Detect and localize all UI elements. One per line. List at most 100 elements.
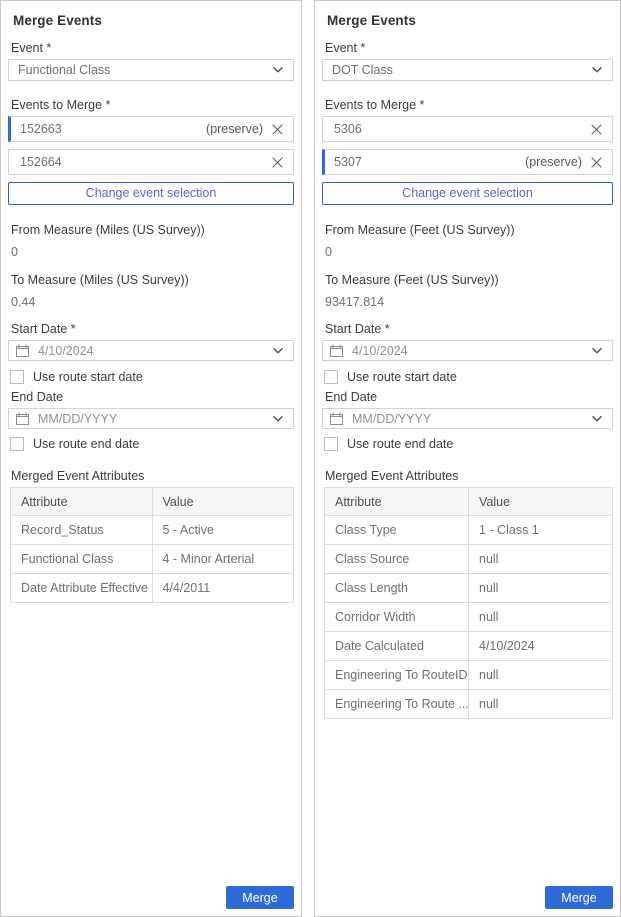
table-cell: Date Calculated xyxy=(325,632,469,661)
checkbox-label: Use route end date xyxy=(33,437,139,451)
table-cell: Corridor Width xyxy=(325,603,469,632)
end-date-picker[interactable]: MM/DD/YYYY xyxy=(8,408,294,429)
start-date-label: Start Date * xyxy=(11,322,294,336)
use-route-start-date-checkbox[interactable]: Use route start date xyxy=(324,370,613,384)
change-event-selection-button[interactable]: Change event selection xyxy=(322,182,613,205)
event-chip-actions: (preserve) xyxy=(525,155,602,169)
from-measure-label: From Measure (Feet (US Survey)) xyxy=(325,223,613,237)
event-chip-actions xyxy=(263,157,283,168)
table-row: Engineering To RouteIDnull xyxy=(325,661,613,690)
table-row: Class Sourcenull xyxy=(325,545,613,574)
use-route-end-date-checkbox[interactable]: Use route end date xyxy=(324,437,613,451)
chevron-down-icon xyxy=(592,348,602,354)
merge-events-workspace: Merge Events Event * Functional Class Ev… xyxy=(0,0,621,917)
checkbox-box[interactable] xyxy=(10,437,24,451)
merge-button[interactable]: Merge xyxy=(545,886,613,909)
merged-attributes-label: Merged Event Attributes xyxy=(325,469,613,483)
remove-event-button[interactable] xyxy=(591,124,602,135)
table-cell: null xyxy=(469,603,613,632)
preserve-badge: (preserve) xyxy=(206,122,263,136)
event-id: 5306 xyxy=(334,122,362,136)
table-cell: Record_Status xyxy=(11,516,153,545)
chevron-down-icon xyxy=(592,416,602,422)
to-measure-label: To Measure (Feet (US Survey)) xyxy=(325,273,613,287)
table-cell: 4 - Minor Arterial xyxy=(152,545,294,574)
start-date-value: 4/10/2024 xyxy=(38,344,94,358)
event-label: Event * xyxy=(325,41,613,55)
checkbox-box[interactable] xyxy=(324,437,338,451)
end-date-placeholder: MM/DD/YYYY xyxy=(352,412,431,426)
event-select[interactable]: DOT Class xyxy=(322,59,613,81)
table-cell: Class Length xyxy=(325,574,469,603)
use-route-start-date-checkbox[interactable]: Use route start date xyxy=(10,370,294,384)
event-id: 5307 xyxy=(334,155,362,169)
chevron-down-icon xyxy=(273,67,283,73)
use-route-end-date-checkbox[interactable]: Use route end date xyxy=(10,437,294,451)
event-to-merge-item: 5307 (preserve) xyxy=(322,149,613,175)
table-cell: Functional Class xyxy=(11,545,153,574)
column-header-value: Value xyxy=(152,488,294,516)
event-chip-actions xyxy=(582,124,602,135)
start-date-value: 4/10/2024 xyxy=(352,344,408,358)
table-cell: null xyxy=(469,574,613,603)
start-date-picker[interactable]: 4/10/2024 xyxy=(322,340,613,361)
event-label: Event * xyxy=(11,41,294,55)
end-date-picker[interactable]: MM/DD/YYYY xyxy=(322,408,613,429)
checkbox-label: Use route end date xyxy=(347,437,453,451)
end-date-label: End Date xyxy=(11,390,294,404)
event-id: 152663 xyxy=(20,122,62,136)
table-header-row: Attribute Value xyxy=(11,488,294,516)
from-measure-value: 0 xyxy=(325,245,613,259)
panel-title: Merge Events xyxy=(13,13,294,28)
remove-event-button[interactable] xyxy=(591,157,602,168)
preserve-badge: (preserve) xyxy=(525,155,582,169)
event-select[interactable]: Functional Class xyxy=(8,59,294,81)
event-chip-actions: (preserve) xyxy=(206,122,283,136)
table-row: Date Calculated4/10/2024 xyxy=(325,632,613,661)
table-row: Record_Status5 - Active xyxy=(11,516,294,545)
table-cell: null xyxy=(469,545,613,574)
from-measure-label: From Measure (Miles (US Survey)) xyxy=(11,223,294,237)
table-cell: Engineering To RouteID xyxy=(325,661,469,690)
table-row: Class Type1 - Class 1 xyxy=(325,516,613,545)
start-date-label: Start Date * xyxy=(325,322,613,336)
event-to-merge-item: 152663 (preserve) xyxy=(8,116,294,142)
end-date-label: End Date xyxy=(325,390,613,404)
start-date-picker[interactable]: 4/10/2024 xyxy=(8,340,294,361)
chevron-down-icon xyxy=(273,348,283,354)
column-header-value: Value xyxy=(469,488,613,516)
to-measure-label: To Measure (Miles (US Survey)) xyxy=(11,273,294,287)
table-row: Engineering To Route ...null xyxy=(325,690,613,719)
table-cell: 4/10/2024 xyxy=(469,632,613,661)
event-to-merge-item: 5306 xyxy=(322,116,613,142)
calendar-icon xyxy=(330,412,343,425)
from-measure-value: 0 xyxy=(11,245,294,259)
remove-event-button[interactable] xyxy=(272,124,283,135)
checkbox-box[interactable] xyxy=(324,370,338,384)
event-select-value: DOT Class xyxy=(332,63,393,77)
calendar-icon xyxy=(330,344,343,357)
table-cell: null xyxy=(469,661,613,690)
table-cell: null xyxy=(469,690,613,719)
events-to-merge-label: Events to Merge * xyxy=(325,98,613,112)
checkbox-label: Use route start date xyxy=(347,370,457,384)
merged-attributes-label: Merged Event Attributes xyxy=(11,469,294,483)
event-id: 152664 xyxy=(20,155,62,169)
table-cell: 4/4/2011 xyxy=(152,574,294,603)
table-row: Corridor Widthnull xyxy=(325,603,613,632)
remove-event-button[interactable] xyxy=(272,157,283,168)
merge-button[interactable]: Merge xyxy=(226,886,294,909)
column-header-attribute: Attribute xyxy=(11,488,153,516)
to-measure-value: 0.44 xyxy=(11,295,294,309)
chevron-down-icon xyxy=(273,416,283,422)
events-to-merge-label: Events to Merge * xyxy=(11,98,294,112)
table-row: Functional Class4 - Minor Arterial xyxy=(11,545,294,574)
change-event-selection-button[interactable]: Change event selection xyxy=(8,182,294,205)
table-cell: Engineering To Route ... xyxy=(325,690,469,719)
checkbox-label: Use route start date xyxy=(33,370,143,384)
event-select-value: Functional Class xyxy=(18,63,110,77)
table-header-row: Attribute Value xyxy=(325,488,613,516)
checkbox-box[interactable] xyxy=(10,370,24,384)
calendar-icon xyxy=(16,344,29,357)
column-header-attribute: Attribute xyxy=(325,488,469,516)
